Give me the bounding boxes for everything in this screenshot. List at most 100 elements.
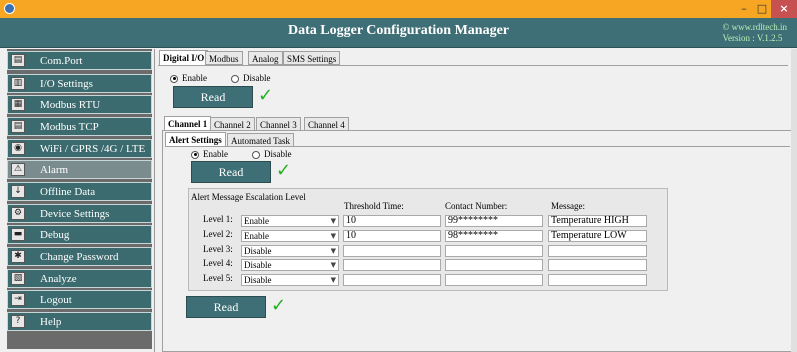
sidebar-item-i-o-settings[interactable]: ▥ I/O Settings [7, 74, 152, 93]
digital-enable-option[interactable]: Enable [170, 73, 207, 83]
sidebar-item-wifi-gprs-4g-lte[interactable]: ◉ WiFi / GPRS /4G / LTE [7, 139, 152, 158]
threshold-time-input[interactable] [343, 259, 441, 271]
threshold-time-input[interactable]: 10 [343, 215, 441, 227]
level-mode-select[interactable]: Disable ▼ [241, 245, 339, 257]
sidebar-item-modbus-tcp[interactable]: ▤ Modbus TCP [7, 117, 152, 136]
app-header: Data Logger Configuration Manager © www.… [0, 18, 797, 48]
content-scrollbar[interactable] [791, 49, 797, 352]
level-mode-select[interactable]: Enable ▼ [241, 230, 339, 242]
sidebar-item-label: I/O Settings [40, 78, 93, 90]
tab-sms-settings[interactable]: SMS Settings [283, 51, 341, 65]
debug-icon: ▬ [11, 228, 25, 241]
chevron-down-icon: ▼ [330, 247, 336, 255]
app-icon [4, 3, 15, 14]
radio-off-icon [231, 74, 239, 83]
success-check-icon: ✓ [258, 85, 274, 106]
alert-tab-divider [165, 146, 790, 147]
message-input[interactable] [548, 259, 647, 271]
close-button[interactable]: × [771, 0, 797, 18]
sidebar-item-label: Change Password [40, 251, 119, 263]
level-label: Level 1: [203, 214, 233, 224]
radio-on-icon [191, 150, 199, 159]
contact-number-input[interactable] [445, 274, 543, 286]
digital-disable-label: Disable [243, 73, 271, 83]
chevron-down-icon: ▼ [330, 217, 336, 225]
alert-read-button[interactable]: Read [191, 161, 271, 183]
level-mode-select[interactable]: Disable ▼ [241, 274, 339, 286]
maximize-button[interactable]: □ [753, 0, 771, 18]
sidebar-item-label: Debug [40, 229, 70, 241]
alert-disable-option[interactable]: Disable [252, 149, 292, 159]
chevron-down-icon: ▼ [330, 276, 336, 284]
password-icon: ✱ [11, 250, 25, 263]
tab-automated-task[interactable]: Automated Task [227, 133, 294, 147]
logout-icon: ⇥ [11, 293, 25, 306]
tab-channel-3[interactable]: Channel 3 [256, 117, 301, 131]
level-mode-value: Enable [244, 231, 269, 241]
threshold-time-input[interactable] [343, 274, 441, 286]
minimize-button[interactable]: – [735, 0, 753, 18]
tab-channel-1[interactable]: Channel 1 [164, 116, 212, 131]
tab-analog[interactable]: Analog [248, 51, 283, 65]
sidebar-item-help[interactable]: ? Help [7, 312, 152, 331]
digital-disable-option[interactable]: Disable [231, 73, 271, 83]
sidebar-item-label: Device Settings [40, 208, 110, 220]
message-input[interactable]: Temperature LOW [548, 230, 647, 242]
sidebar-item-analyze[interactable]: ▧ Analyze [7, 269, 152, 288]
success-check-icon: ✓ [276, 160, 292, 181]
sidebar-item-debug[interactable]: ▬ Debug [7, 225, 152, 244]
alert-enable-label: Enable [203, 149, 228, 159]
sidebar-item-device-settings[interactable]: ⚙ Device Settings [7, 204, 152, 223]
level-mode-select[interactable]: Disable ▼ [241, 259, 339, 271]
sidebar-item-label: Alarm [40, 164, 69, 176]
level-mode-select[interactable]: Enable ▼ [241, 215, 339, 227]
radio-off-icon [252, 150, 260, 159]
sidebar-item-logout[interactable]: ⇥ Logout [7, 290, 152, 309]
sidebar-item-label: Help [40, 316, 62, 328]
tab-channel-4[interactable]: Channel 4 [304, 117, 349, 131]
gear-icon: ⚙ [11, 207, 25, 220]
tab-modbus[interactable]: Modbus [205, 51, 243, 65]
level-mode-value: Disable [244, 260, 272, 270]
sidebar-item-label: Modbus RTU [40, 99, 101, 111]
sidebar-item-label: Logout [40, 294, 72, 306]
sidebar-item-com-port[interactable]: ▤ Com.Port [7, 51, 152, 70]
sidebar-item-alarm[interactable]: ⚠ Alarm [7, 160, 152, 179]
message-input[interactable]: Temperature HIGH [548, 215, 647, 227]
sidebar-item-offline-data[interactable]: ↓ Offline Data [7, 182, 152, 201]
alert-enable-option[interactable]: Enable [191, 149, 228, 159]
modbus-tcp-icon: ▤ [11, 120, 25, 133]
chevron-down-icon: ▼ [330, 232, 336, 240]
sidebar-item-modbus-rtu[interactable]: ▦ Modbus RTU [7, 95, 152, 114]
sidebar: ▤ Com.Port ▥ I/O Settings ▦ Modbus RTU ▤ Modbus… [7, 49, 152, 349]
tab-digital-io[interactable]: Digital I/O [159, 50, 209, 65]
contact-number-input[interactable]: 99******** [445, 215, 543, 227]
website-link: © www.rdltech.in [722, 22, 788, 32]
tab-channel-2[interactable]: Channel 2 [210, 117, 255, 131]
wifi-icon: ◉ [11, 142, 25, 155]
threshold-time-input[interactable] [343, 245, 441, 257]
threshold-time-input[interactable]: 10 [343, 230, 441, 242]
sidebar-item-change-password[interactable]: ✱ Change Password [7, 247, 152, 266]
sidebar-item-label: WiFi / GPRS /4G / LTE [40, 143, 146, 155]
level-mode-value: Disable [244, 246, 272, 256]
bottom-read-button[interactable]: Read [186, 296, 266, 318]
modbus-rtu-icon: ▦ [11, 98, 25, 111]
tab-alert-settings[interactable]: Alert Settings [165, 132, 226, 147]
radio-on-icon [170, 74, 178, 83]
message-column-header: Message: [551, 201, 585, 211]
level-label: Level 2: [203, 229, 233, 239]
app-title: Data Logger Configuration Manager [288, 23, 509, 38]
level-label: Level 3: [203, 244, 233, 254]
version-info: © www.rdltech.in Version : V.1.2.5 [723, 22, 788, 44]
message-input[interactable] [548, 245, 647, 257]
analyze-icon: ▧ [11, 272, 25, 285]
digital-enable-label: Enable [182, 73, 207, 83]
message-input[interactable] [548, 274, 647, 286]
contact-number-input[interactable] [445, 259, 543, 271]
escalation-title: Alert Message Escalation Level [191, 192, 306, 202]
contact-number-input[interactable]: 98******** [445, 230, 543, 242]
contact-number-input[interactable] [445, 245, 543, 257]
digital-read-button[interactable]: Read [173, 86, 253, 108]
level-mode-value: Disable [244, 275, 272, 285]
